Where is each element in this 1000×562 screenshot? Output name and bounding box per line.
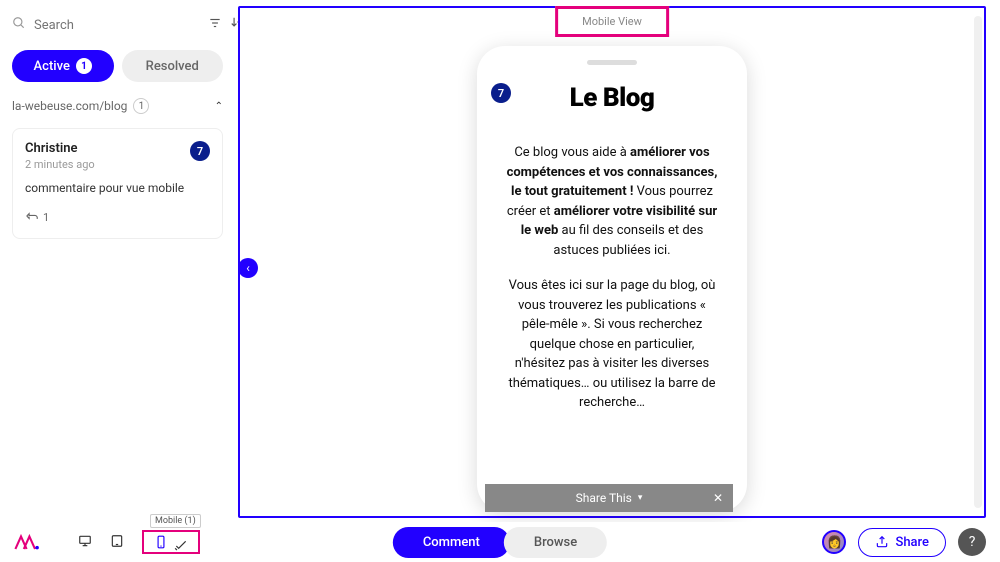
scrollbar-vertical[interactable] <box>974 16 982 508</box>
browse-button[interactable]: Browse <box>504 527 607 558</box>
mobile-icon-active[interactable]: Mobile (1) <box>142 530 200 554</box>
chevron-up-icon: ⌃ <box>215 101 223 112</box>
comment-badge: 7 <box>190 141 210 161</box>
page-group: la-webeuse.com/blog 1 ⌃ <box>12 94 223 118</box>
tab-resolved-label: Resolved <box>146 59 199 74</box>
share-bar-label: Share This <box>576 491 632 505</box>
chevron-down-icon: ▾ <box>638 493 643 503</box>
tablet-icon[interactable] <box>110 533 124 552</box>
collapse-sidebar-handle[interactable]: ‹ <box>238 258 258 278</box>
comment-text: commentaire pour vue mobile <box>25 181 210 195</box>
user-avatar[interactable]: 👩 <box>822 530 846 554</box>
share-bar[interactable]: Share This ▾ ✕ <box>485 484 733 512</box>
blog-paragraph-2: Vous êtes ici sur la page du blog, où vo… <box>503 276 721 413</box>
tab-resolved[interactable]: Resolved <box>122 50 224 82</box>
comment-button[interactable]: Comment <box>393 527 510 558</box>
sidebar: Active 1 Resolved la-webeuse.com/blog 1 … <box>0 0 235 522</box>
mobile-device-frame: 7 Le Blog Ce blog vous aide à améliorer … <box>477 46 747 512</box>
page-count: 1 <box>133 98 149 114</box>
tab-active-label: Active <box>34 59 70 74</box>
device-speaker <box>587 60 637 65</box>
share-button-label: Share <box>895 535 929 550</box>
mobile-tooltip: Mobile (1) <box>150 514 201 528</box>
comment-marker[interactable]: 7 <box>491 83 511 103</box>
comment-footer: 1 <box>25 209 210 226</box>
device-switcher: Mobile (1) <box>78 530 200 554</box>
search-input[interactable] <box>34 18 200 33</box>
blog-paragraph-1: Ce blog vous aide à améliorer vos compét… <box>503 143 721 260</box>
share-button[interactable]: Share <box>858 528 946 557</box>
desktop-icon[interactable] <box>78 533 92 552</box>
tab-active[interactable]: Active 1 <box>12 50 114 82</box>
comment-time: 2 minutes ago <box>25 158 95 171</box>
help-button[interactable]: ? <box>958 528 986 556</box>
page-row[interactable]: la-webeuse.com/blog 1 ⌃ <box>12 94 223 118</box>
search-icon <box>12 16 26 34</box>
blog-title: Le Blog <box>503 83 721 113</box>
search-row <box>12 12 223 38</box>
close-icon[interactable]: ✕ <box>713 491 723 505</box>
viewport-label: Mobile View <box>555 6 669 37</box>
device-screen[interactable]: 7 Le Blog Ce blog vous aide à améliorer … <box>485 75 739 504</box>
preview-viewport: Mobile View ‹ 7 Le Blog Ce blog vous aid… <box>238 6 986 518</box>
tab-active-count: 1 <box>76 58 92 74</box>
comment-card[interactable]: Christine 2 minutes ago 7 commentaire po… <box>12 128 223 239</box>
reply-count: 1 <box>43 211 49 224</box>
right-actions: 👩 Share ? <box>822 528 986 557</box>
filter-icon[interactable] <box>208 16 222 34</box>
status-tabs: Active 1 Resolved <box>12 50 223 82</box>
replies-icon <box>25 209 39 226</box>
bottom-bar: Mobile (1) Comment Browse 👩 Share ? <box>0 522 1000 562</box>
app-logo[interactable] <box>14 532 42 552</box>
page-name-label: la-webeuse.com/blog <box>12 99 127 113</box>
comment-author: Christine <box>25 141 95 156</box>
center-actions: Comment Browse <box>393 527 607 558</box>
